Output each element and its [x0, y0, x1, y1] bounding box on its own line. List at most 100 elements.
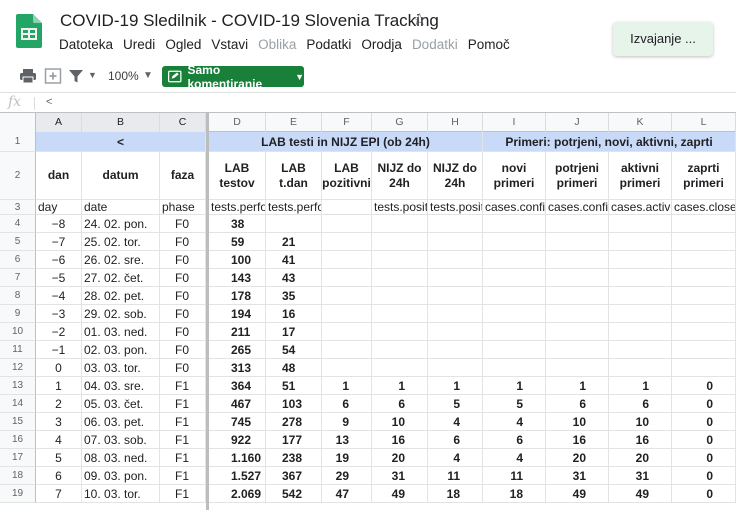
cell-C5[interactable]: F0 [160, 233, 206, 251]
cell-B10[interactable]: 01. 03. ned. [82, 323, 160, 341]
cell-I19[interactable]: 18 [483, 485, 546, 503]
cell-L18[interactable]: 0 [672, 467, 736, 485]
row-header-1[interactable]: 1 [0, 132, 36, 152]
field-key-B[interactable]: date [82, 200, 160, 215]
cell-K12[interactable] [609, 359, 672, 377]
cell-G9[interactable] [372, 305, 428, 323]
row-header-17[interactable]: 17 [0, 449, 36, 467]
cell-K13[interactable]: 1 [609, 377, 672, 395]
cell-B7[interactable]: 27. 02. čet. [82, 269, 160, 287]
formula-input[interactable]: < [46, 96, 52, 108]
cell-D19[interactable]: 2.069 [209, 485, 266, 503]
cell-C11[interactable]: F0 [160, 341, 206, 359]
cell-L13[interactable]: 0 [672, 377, 736, 395]
cell-F15[interactable]: 9 [322, 413, 372, 431]
cell-K17[interactable]: 20 [609, 449, 672, 467]
cell-D15[interactable]: 745 [209, 413, 266, 431]
cell-B8[interactable]: 28. 02. pet. [82, 287, 160, 305]
cell-G18[interactable]: 31 [372, 467, 428, 485]
cell-C9[interactable]: F0 [160, 305, 206, 323]
row-header-7[interactable]: 7 [0, 269, 36, 287]
cell-E4[interactable] [266, 215, 322, 233]
cell-H5[interactable] [428, 233, 483, 251]
cell-I12[interactable] [483, 359, 546, 377]
cell-A9[interactable]: −3 [36, 305, 82, 323]
add-icon[interactable] [44, 66, 62, 86]
cell-F7[interactable] [322, 269, 372, 287]
cell-C15[interactable]: F1 [160, 413, 206, 431]
cell-J18[interactable]: 31 [546, 467, 609, 485]
cell-I14[interactable]: 5 [483, 395, 546, 413]
cell-I10[interactable] [483, 323, 546, 341]
cell-D6[interactable]: 100 [209, 251, 266, 269]
column-title-L[interactable]: zaprti primeri [672, 152, 736, 200]
cell-E9[interactable]: 16 [266, 305, 322, 323]
cell-K9[interactable] [609, 305, 672, 323]
row-header-15[interactable]: 15 [0, 413, 36, 431]
cell-G4[interactable] [372, 215, 428, 233]
row-header-11[interactable]: 11 [0, 341, 36, 359]
cell-H15[interactable]: 4 [428, 413, 483, 431]
menu-item-5[interactable]: Podatki [301, 36, 356, 56]
cell-H6[interactable] [428, 251, 483, 269]
field-key-F[interactable] [322, 200, 372, 215]
field-key-G[interactable]: tests.positi [372, 200, 428, 215]
cell-A8[interactable]: −4 [36, 287, 82, 305]
cell-F16[interactable]: 13 [322, 431, 372, 449]
cases-section-banner[interactable]: Primeri: potrjeni, novi, aktivni, zaprti [483, 132, 736, 152]
cell-E15[interactable]: 278 [266, 413, 322, 431]
cell-L19[interactable]: 0 [672, 485, 736, 503]
column-title-K[interactable]: aktivni primeri [609, 152, 672, 200]
cell-D8[interactable]: 178 [209, 287, 266, 305]
cell-F9[interactable] [322, 305, 372, 323]
cell-K18[interactable]: 31 [609, 467, 672, 485]
cell-J17[interactable]: 20 [546, 449, 609, 467]
cell-E7[interactable]: 43 [266, 269, 322, 287]
cell-G8[interactable] [372, 287, 428, 305]
cell-I17[interactable]: 4 [483, 449, 546, 467]
cell-J16[interactable]: 16 [546, 431, 609, 449]
document-title[interactable]: COVID-19 Sledilnik - COVID-19 Slovenia T… [60, 11, 439, 31]
cell-K8[interactable] [609, 287, 672, 305]
cell-K4[interactable] [609, 215, 672, 233]
cell-C13[interactable]: F1 [160, 377, 206, 395]
menu-item-3[interactable]: Vstavi [206, 36, 253, 56]
column-title-J[interactable]: potrjeni primeri [546, 152, 609, 200]
row-header-6[interactable]: 6 [0, 251, 36, 269]
cell-A19[interactable]: 7 [36, 485, 82, 503]
field-key-J[interactable]: cases.confir [546, 200, 609, 215]
nav-back-cell[interactable]: < [36, 132, 206, 152]
cell-K14[interactable]: 6 [609, 395, 672, 413]
cell-C7[interactable]: F0 [160, 269, 206, 287]
cell-D13[interactable]: 364 [209, 377, 266, 395]
cell-H13[interactable]: 1 [428, 377, 483, 395]
cell-B15[interactable]: 06. 03. pet. [82, 413, 160, 431]
cell-J12[interactable] [546, 359, 609, 377]
cell-F17[interactable]: 19 [322, 449, 372, 467]
field-key-C[interactable]: phase [160, 200, 206, 215]
frozen-column-divider[interactable] [206, 112, 209, 510]
cell-D11[interactable]: 265 [209, 341, 266, 359]
cell-B14[interactable]: 05. 03. čet. [82, 395, 160, 413]
cell-D16[interactable]: 922 [209, 431, 266, 449]
cell-L10[interactable] [672, 323, 736, 341]
cell-G11[interactable] [372, 341, 428, 359]
cell-C10[interactable]: F0 [160, 323, 206, 341]
cell-J4[interactable] [546, 215, 609, 233]
row-header-13[interactable]: 13 [0, 377, 36, 395]
cell-F8[interactable] [322, 287, 372, 305]
cell-D9[interactable]: 194 [209, 305, 266, 323]
cell-J8[interactable] [546, 287, 609, 305]
cell-I11[interactable] [483, 341, 546, 359]
cell-K16[interactable]: 16 [609, 431, 672, 449]
cell-J13[interactable]: 1 [546, 377, 609, 395]
cell-H16[interactable]: 6 [428, 431, 483, 449]
cell-J15[interactable]: 10 [546, 413, 609, 431]
column-header-J[interactable]: J [546, 113, 609, 132]
cell-G16[interactable]: 16 [372, 431, 428, 449]
cell-A16[interactable]: 4 [36, 431, 82, 449]
cell-D5[interactable]: 59 [209, 233, 266, 251]
cell-H18[interactable]: 11 [428, 467, 483, 485]
cell-I16[interactable]: 6 [483, 431, 546, 449]
cell-L11[interactable] [672, 341, 736, 359]
